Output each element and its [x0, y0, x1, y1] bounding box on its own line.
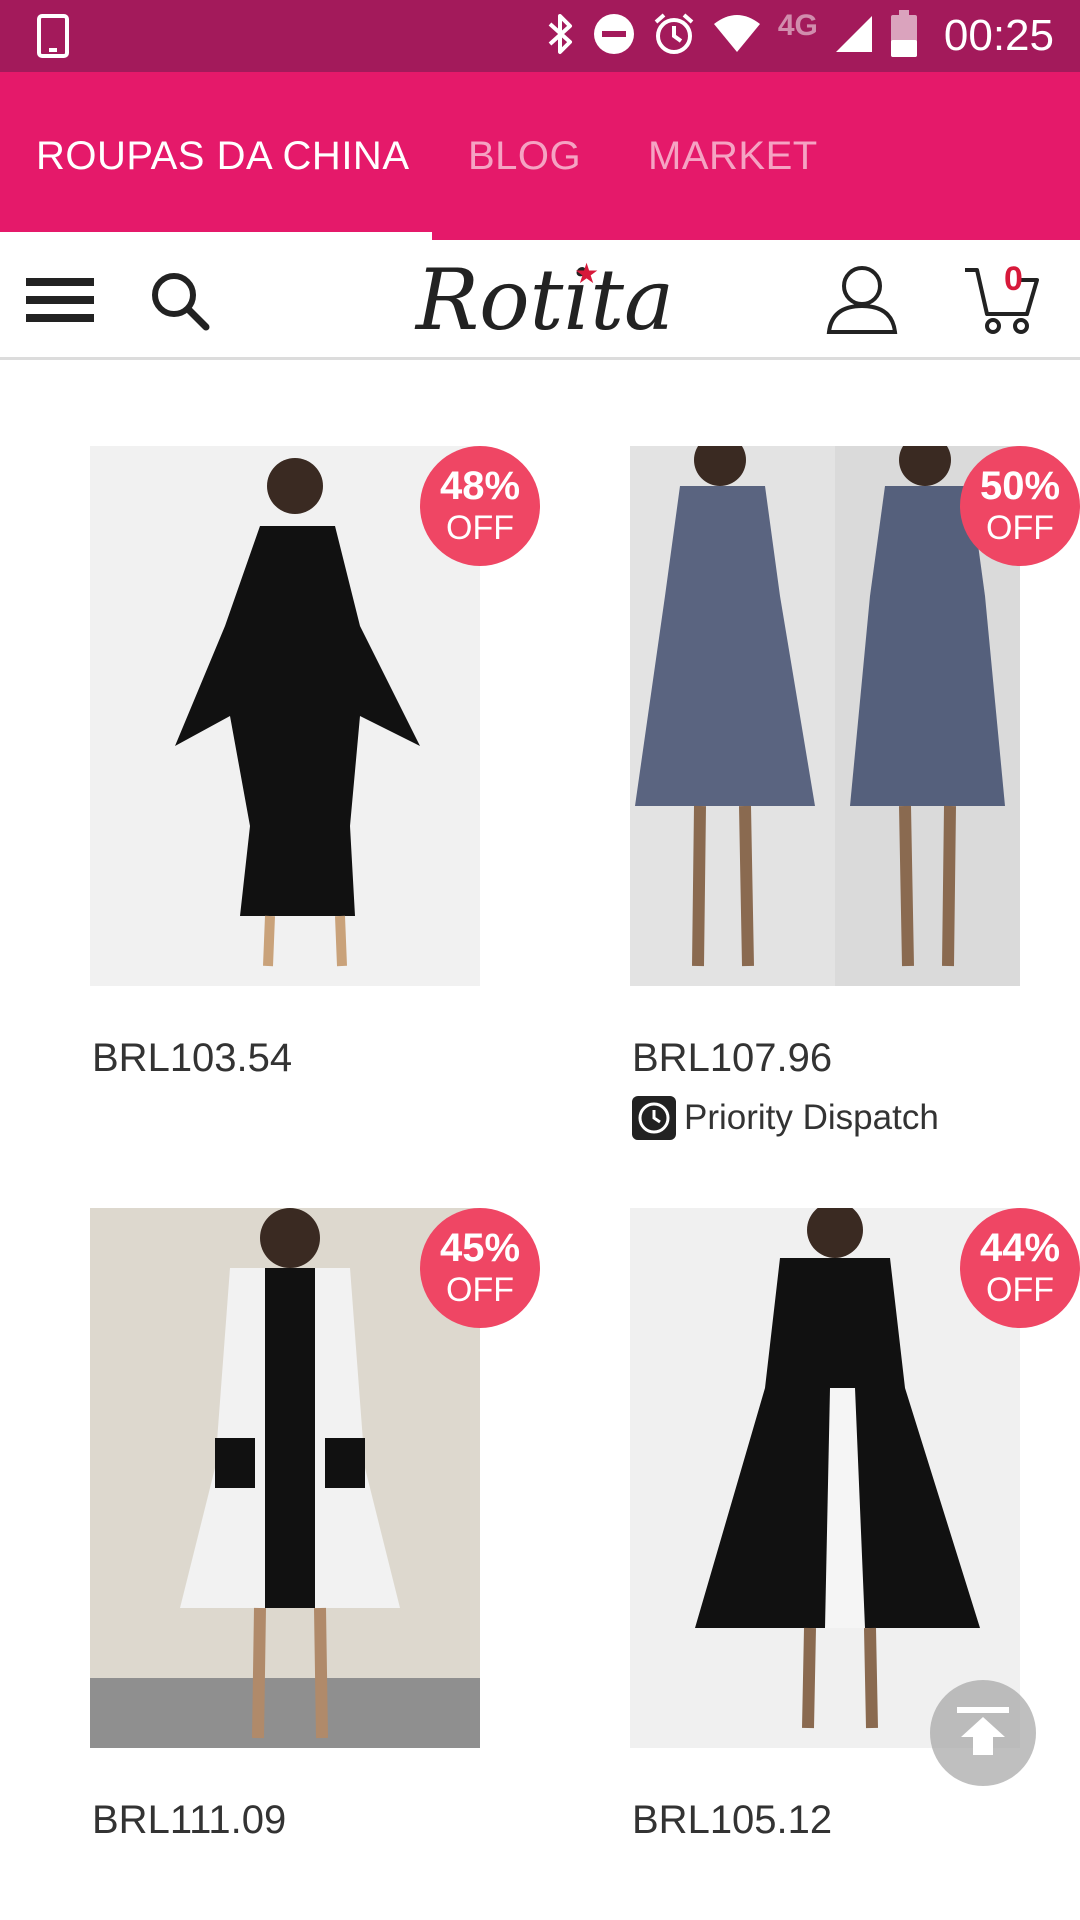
- product-price: BRL111.09: [92, 1798, 287, 1842]
- status-bar: 4G 00:25: [0, 0, 1080, 72]
- discount-percent: 50%: [979, 464, 1061, 508]
- product-price: BRL107.96: [632, 1036, 833, 1080]
- discount-percent: 45%: [439, 1226, 521, 1270]
- product-card[interactable]: 50% OFF BRL107.96 Priority Dispatch: [630, 446, 1080, 1146]
- dnd-icon: [592, 12, 636, 61]
- network-type: 4G: [777, 9, 818, 42]
- cart-icon[interactable]: [962, 240, 1042, 360]
- wifi-icon: [712, 14, 762, 59]
- tab-blog[interactable]: BLOG: [468, 72, 581, 240]
- priority-dispatch-label: Priority Dispatch: [684, 1098, 939, 1137]
- back-to-top-button[interactable]: [930, 1680, 1036, 1786]
- product-card[interactable]: 48% OFF BRL103.54: [90, 446, 540, 1086]
- clock: 00:25: [943, 11, 1054, 60]
- priority-dispatch-tag: Priority Dispatch: [632, 1096, 939, 1140]
- tab-roupas-da-china[interactable]: ROUPAS DA CHINA: [36, 72, 410, 240]
- tab-indicator: [0, 232, 432, 240]
- signal-icon: [834, 14, 874, 59]
- tab-bar: ROUPAS DA CHINA BLOG MARKET: [0, 72, 1080, 240]
- battery-icon: [890, 9, 918, 63]
- product-price: BRL103.54: [92, 1036, 293, 1080]
- bluetooth-icon: [546, 12, 576, 61]
- discount-off-label: OFF: [986, 1271, 1054, 1309]
- logo-text: Rotita: [415, 251, 675, 349]
- product-price: BRL105.12: [632, 1798, 833, 1842]
- arrow-up-icon: [953, 1703, 1013, 1764]
- discount-badge: 50% OFF: [960, 446, 1080, 566]
- discount-badge: 44% OFF: [960, 1208, 1080, 1328]
- alarm-icon: [652, 12, 696, 61]
- discount-percent: 44%: [979, 1226, 1061, 1270]
- discount-off-label: OFF: [446, 509, 514, 547]
- site-header: Rotita ★ 0: [0, 240, 1080, 360]
- discount-badge: 45% OFF: [420, 1208, 540, 1328]
- rotita-logo[interactable]: Rotita ★: [410, 250, 680, 350]
- discount-percent: 48%: [439, 464, 521, 508]
- phone-icon: [36, 14, 70, 63]
- clock-icon: [632, 1096, 676, 1140]
- discount-off-label: OFF: [986, 509, 1054, 547]
- tab-market[interactable]: MARKET: [648, 72, 818, 240]
- user-icon[interactable]: [824, 240, 900, 360]
- logo-star-icon: ★: [574, 257, 600, 290]
- menu-icon[interactable]: [20, 240, 100, 360]
- search-icon[interactable]: [144, 240, 214, 360]
- cart-count-badge: 0: [1004, 260, 1023, 298]
- product-card[interactable]: 45% OFF BRL111.09: [90, 1208, 540, 1848]
- discount-badge: 48% OFF: [420, 446, 540, 566]
- discount-off-label: OFF: [446, 1271, 514, 1309]
